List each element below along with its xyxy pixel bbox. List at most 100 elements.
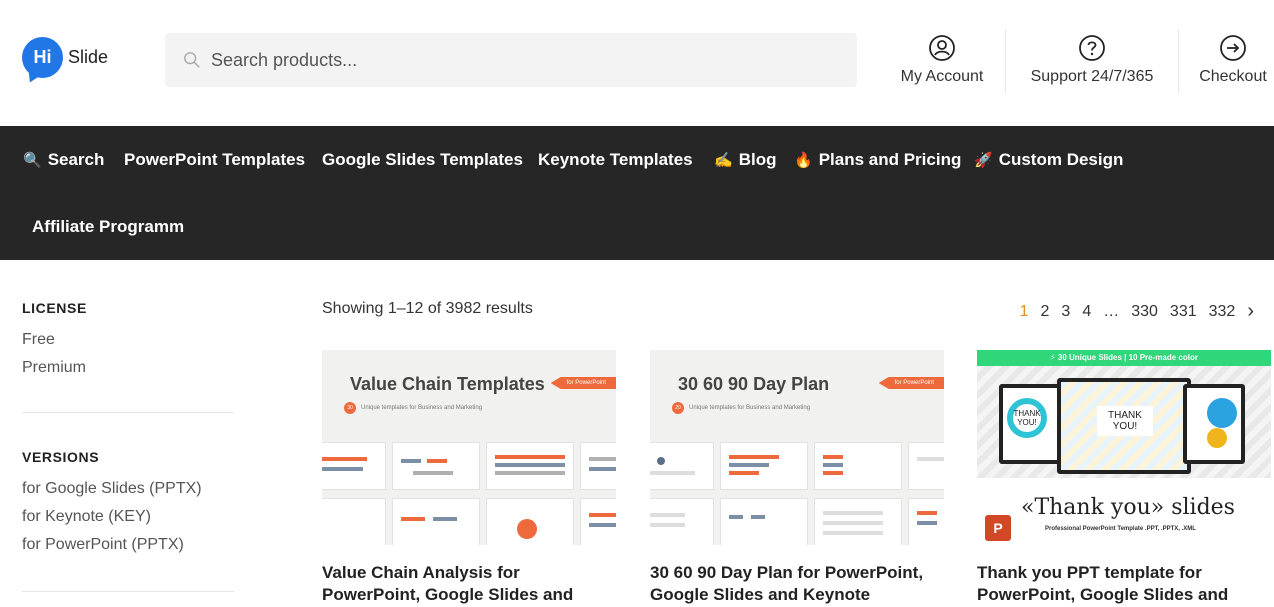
nav-item-plans-and-pricing[interactable]: 🔥 Plans and Pricing [794, 150, 961, 170]
sidebar-divider [22, 591, 234, 592]
product-card[interactable]: 30 60 90 Day Plan for PowerPoint 20 Uniq… [650, 350, 944, 606]
page-link[interactable]: 331 [1164, 303, 1203, 321]
monitor-graphic: THANK YOU! [1057, 378, 1191, 474]
slide-preview [322, 498, 386, 545]
slide-preview [908, 498, 944, 545]
nav-item-powerpoint-templates[interactable]: PowerPoint Templates [124, 150, 305, 170]
version-google-slides-link[interactable]: for Google Slides (PPTX) [22, 475, 234, 503]
product-card[interactable]: ⚡ 30 Unique Slides | 10 Pre-made color T… [977, 350, 1271, 606]
search-bar[interactable] [165, 33, 857, 87]
product-card[interactable]: Value Chain Templates for PowerPoint 30 … [322, 350, 616, 606]
filter-sidebar: LICENSE Free Premium VERSIONS for Google… [22, 300, 234, 592]
slide-preview [486, 442, 574, 490]
page-link-current[interactable]: 1 [1014, 303, 1035, 321]
nav-item-label: Keynote Templates [538, 150, 693, 169]
user-icon [929, 35, 955, 61]
nav-item-keynote-templates[interactable]: Keynote Templates [538, 150, 693, 170]
screen-text: THANK YOU! [1097, 406, 1153, 436]
page-link[interactable]: 3 [1055, 303, 1076, 321]
monitor-graphic: THANK YOU! [999, 384, 1061, 464]
thumbnail-banner: ⚡ 30 Unique Slides | 10 Pre-made color [977, 350, 1271, 366]
thumbnail-subtitle: Professional PowerPoint Template .PPT, .… [1045, 526, 1196, 532]
nav-item-label: Plans and Pricing [818, 150, 962, 169]
site-header: Hi Slide My Account Support 24/7/365 [0, 0, 1274, 126]
nav-item-label: Google Slides Templates [322, 150, 523, 169]
slide-preview [650, 442, 714, 490]
header-divider [1005, 30, 1006, 94]
page-ellipsis: … [1103, 302, 1120, 320]
thumbnail-subtitle: 20 Unique templates for Business and Mar… [672, 402, 810, 414]
support-link[interactable]: Support 24/7/365 [1022, 34, 1162, 86]
slide-preview [720, 498, 808, 545]
sidebar-divider [22, 412, 234, 413]
slide-preview [392, 442, 480, 490]
my-account-label: My Account [900, 68, 984, 85]
logo-text: Slide [68, 47, 109, 67]
nav-item-search[interactable]: 🔍 Search [23, 150, 104, 170]
product-title[interactable]: Value Chain Analysis for PowerPoint, Goo… [322, 562, 616, 606]
next-page-icon[interactable]: › [1241, 300, 1260, 323]
slide-preview [908, 442, 944, 490]
powerpoint-icon: P [985, 515, 1011, 541]
nav-item-label: Blog [738, 150, 777, 169]
question-icon [1079, 35, 1105, 61]
slide-preview-row [650, 442, 944, 490]
product-thumbnail[interactable]: ⚡ 30 Unique Slides | 10 Pre-made color T… [977, 350, 1271, 545]
result-count: Showing 1–12 of 3982 results [322, 300, 533, 317]
nav-item-google-slides-templates[interactable]: Google Slides Templates [322, 150, 523, 170]
thumbnail-heading: Value Chain Templates [350, 374, 545, 394]
thumbnail-subtitle-text: Unique templates for Business and Market… [689, 405, 811, 411]
thumbnail-headline: «Thank you» slides [1021, 495, 1235, 520]
slide-preview-row [322, 498, 616, 545]
version-powerpoint-link[interactable]: for PowerPoint (PPTX) [22, 531, 234, 559]
search-icon [184, 52, 200, 68]
product-thumbnail[interactable]: 30 60 90 Day Plan for PowerPoint 20 Uniq… [650, 350, 944, 545]
arrow-right-circle-icon [1220, 35, 1246, 61]
checkout-link[interactable]: Checkout [1194, 34, 1272, 86]
slide-preview [486, 498, 574, 545]
product-title[interactable]: Thank you PPT template for PowerPoint, G… [977, 562, 1271, 606]
slide-preview-row [650, 498, 944, 545]
monitor-graphic [1183, 384, 1245, 464]
slide-preview [580, 442, 616, 490]
screen-text: THANK YOU! [1007, 398, 1047, 438]
search-icon: 🔍 [23, 152, 42, 169]
thumbnail-subtitle: 30 Unique templates for Business and Mar… [344, 402, 482, 414]
search-input[interactable] [211, 49, 811, 71]
nav-item-affiliate-programm[interactable]: Affiliate Programm [32, 217, 184, 237]
slide-preview [814, 442, 902, 490]
nav-item-custom-design[interactable]: 🚀 Custom Design [974, 150, 1123, 170]
nav-item-blog[interactable]: ✍️ Blog [714, 150, 776, 170]
license-free-link[interactable]: Free [22, 326, 234, 354]
slide-preview [650, 498, 714, 545]
thumbnail-count-badge: 20 [672, 402, 684, 414]
page-link[interactable]: 332 [1203, 303, 1242, 321]
fire-icon: 🔥 [794, 152, 813, 169]
support-label: Support 24/7/365 [1030, 68, 1154, 85]
pagination: 1 2 3 4 … 330 331 332 › [1014, 300, 1260, 323]
main-nav: 🔍 Search PowerPoint Templates Google Sli… [0, 126, 1274, 260]
license-premium-link[interactable]: Premium [22, 354, 234, 382]
slide-preview-row [322, 442, 616, 490]
thumbnail-heading: 30 60 90 Day Plan [678, 374, 830, 394]
slide-preview [814, 498, 902, 545]
slide-preview [322, 442, 386, 490]
product-thumbnail[interactable]: Value Chain Templates for PowerPoint 30 … [322, 350, 616, 545]
site-logo[interactable]: Hi Slide [22, 37, 108, 78]
my-account-link[interactable]: My Account [896, 34, 988, 86]
thumbnail-tag: for PowerPoint [550, 377, 616, 389]
slide-preview [720, 442, 808, 490]
license-title: LICENSE [22, 300, 87, 316]
checkout-label: Checkout [1199, 68, 1267, 85]
nav-item-label: Search [47, 150, 105, 169]
product-title[interactable]: 30 60 90 Day Plan for PowerPoint, Google… [650, 562, 944, 606]
rocket-icon: 🚀 [974, 152, 993, 169]
slide-preview [580, 498, 616, 545]
page-link[interactable]: 330 [1125, 303, 1164, 321]
nav-item-label: PowerPoint Templates [124, 150, 306, 169]
version-keynote-link[interactable]: for Keynote (KEY) [22, 503, 234, 531]
thumbnail-subtitle-text: Unique templates for Business and Market… [361, 405, 483, 411]
page-link[interactable]: 4 [1076, 303, 1097, 321]
slide-preview [392, 498, 480, 545]
page-link[interactable]: 2 [1035, 303, 1056, 321]
